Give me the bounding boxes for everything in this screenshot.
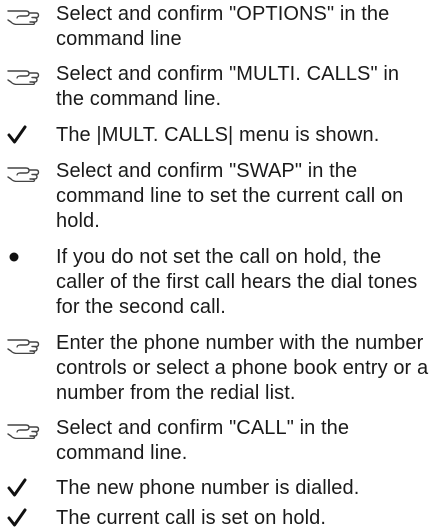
hand-pointer-icon	[6, 2, 46, 26]
step-text: Select and confirm "MULTI. CALLS" in the…	[56, 63, 400, 110]
step-text: Select and confirm "SWAP" in the command…	[56, 160, 404, 232]
step-text: Select and confirm "CALL" in the command…	[56, 417, 350, 464]
check-icon	[6, 123, 46, 147]
check-icon	[6, 506, 46, 530]
step-text: The |MULT. CALLS| menu is shown.	[56, 124, 380, 146]
hand-pointer-icon	[6, 159, 46, 183]
hand-pointer-icon	[6, 331, 46, 355]
step-text: If you do not set the call on hold, the …	[56, 246, 418, 318]
step-text: The new phone number is dialled.	[56, 477, 360, 499]
step-text: Select and confirm "OPTIONS" in the comm…	[56, 3, 390, 50]
hand-pointer-icon	[6, 416, 46, 440]
check-icon	[6, 476, 46, 500]
instruction-page: Select and confirm "OPTIONS" in the comm…	[0, 0, 439, 530]
bullet-icon	[6, 245, 46, 269]
step-text: Enter the phone number with the number c…	[56, 332, 429, 404]
step-text: The current call is set on hold.	[56, 507, 326, 529]
hand-pointer-icon	[6, 62, 46, 86]
